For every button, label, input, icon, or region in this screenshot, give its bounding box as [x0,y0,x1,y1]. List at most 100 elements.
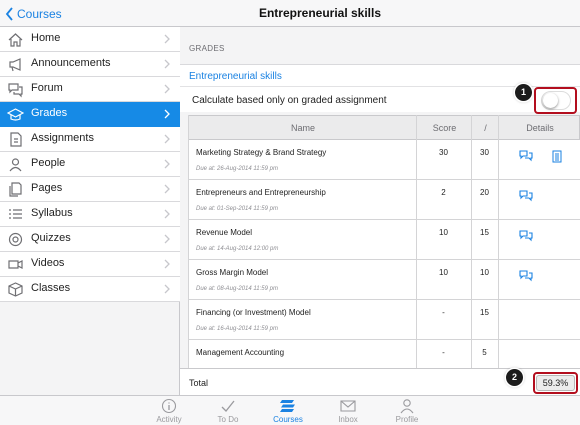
table-row[interactable]: Gross Margin Model Due at: 08-Aug-2014 1… [188,260,580,300]
table-row[interactable]: Marketing Strategy & Brand Strategy Due … [188,140,580,180]
assignment-out-of: 5 [482,348,487,357]
tab-label: Activity [156,415,182,424]
sidebar-item-label: Assignments [31,132,94,144]
sidebar-item-label: Videos [31,257,65,269]
assignment-due-date: Due at: 16-Aug-2014 11:59 pm [196,326,278,332]
chevron-right-icon [164,59,170,69]
assignment-score: 30 [439,148,448,157]
toggle-knob [543,93,558,108]
inbox-icon [340,400,356,412]
classes-icon [8,282,23,297]
tab-label: Inbox [338,415,358,424]
navigation-bar: Courses Entrepreneurial skills [0,0,580,27]
sidebar-item-pages[interactable]: Pages [0,177,180,202]
back-button[interactable]: Courses [5,5,62,23]
grades-table: Name Score / Details Marketing Strategy … [188,115,580,368]
table-header: Name Score / Details [188,115,580,140]
sidebar-item-home[interactable]: Home [0,27,180,52]
assignment-name: Management Accounting [196,348,285,357]
chevron-right-icon [164,84,170,94]
chevron-right-icon [164,134,170,144]
tab-inbox[interactable]: Inbox [318,398,378,425]
table-row[interactable]: Financing (or Investment) Model Due at: … [188,300,580,340]
sidebar-item-syllabus[interactable]: Syllabus [0,202,180,227]
syllabus-icon [9,209,22,219]
assignment-out-of: 15 [480,228,489,237]
table-row[interactable]: Management Accounting - 5 [188,340,580,368]
assignment-due-date: Due at: 26-Aug-2014 11:59 pm [196,166,278,172]
document-icon[interactable] [552,150,562,163]
back-button-label: Courses [17,7,62,21]
sidebar-item-label: Pages [31,182,63,194]
sidebar-item-classes[interactable]: Classes [0,277,180,302]
sidebar-item-quizzes[interactable]: Quizzes [0,227,180,252]
assignment-due-date: Due at: 14-Aug-2014 12:00 pm [196,246,279,252]
assignment-name: Marketing Strategy & Brand Strategy [196,148,327,157]
assignment-out-of: 30 [480,148,489,157]
quiz-icon [8,232,23,247]
sidebar-item-people[interactable]: People [0,152,180,177]
home-icon [8,33,23,47]
assignment-score: 10 [439,228,448,237]
sidebar-item-announcements[interactable]: Announcements [0,52,180,77]
assignment-due-date: Due at: 01-Sep-2014 11:59 pm [196,206,278,212]
sidebar-item-forum[interactable]: Forum [0,77,180,102]
table-row[interactable]: Revenue Model Due at: 14-Aug-2014 12:00 … [188,220,580,260]
sidebar-item-grades[interactable]: Grades [0,102,180,127]
page-title: Entrepreneurial skills [258,6,382,20]
calculate-graded-label: Calculate based only on graded assignmen… [192,95,387,106]
callout-badge-1: 1 [515,84,532,101]
comment-icon[interactable] [519,150,533,162]
tab-profile[interactable]: Profile [377,398,437,425]
checkmark-icon [221,400,235,412]
sidebar-item-label: Forum [31,82,63,94]
profile-icon [400,399,414,414]
tab-label: Profile [395,415,419,424]
total-label: Total [189,378,209,388]
megaphone-icon [9,58,21,72]
tab-courses[interactable]: Courses [258,398,318,425]
assignment-score: 10 [439,268,448,277]
comment-icon[interactable] [519,230,533,242]
section-header: GRADES [189,44,225,53]
chevron-right-icon [164,234,170,244]
chat-bubbles-icon [8,83,23,98]
table-row[interactable]: Entrepreneurs and Entrepreneurship Due a… [188,180,580,220]
assignment-name: Entrepreneurs and Entrepreneurship [196,188,326,197]
course-link[interactable]: Entrepreneurial skills [189,71,282,82]
sidebar-item-label: Classes [31,282,71,294]
comment-icon[interactable] [519,270,533,282]
tab-todo[interactable]: To Do [198,398,258,425]
column-header-out-of: / [484,123,487,133]
assignment-name: Gross Margin Model [196,268,269,277]
comment-icon[interactable] [519,190,533,202]
sidebar-item-label: Grades [31,107,68,119]
sidebar: Home Announcements Forum Grades Assignme… [0,27,180,395]
chevron-left-icon [5,7,13,21]
sidebar-item-label: Home [31,32,61,44]
courses-icon [280,400,295,412]
assignment-out-of: 10 [480,268,489,277]
chevron-right-icon [164,259,170,269]
assignment-score: 2 [441,188,446,197]
assignment-name: Revenue Model [196,228,253,237]
video-camera-icon [8,260,23,269]
grades-icon [7,108,24,121]
assignment-score: - [442,348,445,357]
chevron-right-icon [164,34,170,44]
assignment-name: Financing (or Investment) Model [196,308,311,317]
callout-badge-2: 2 [506,369,523,386]
sidebar-item-assignments[interactable]: Assignments [0,127,180,152]
course-link-row: Entrepreneurial skills [180,64,580,86]
grades-panel: GRADES Entrepreneurial skills Calculate … [180,27,580,395]
chevron-right-icon [164,159,170,169]
sidebar-item-videos[interactable]: Videos [0,252,180,277]
column-header-details: Details [526,123,554,133]
calculate-graded-toggle[interactable] [541,91,571,110]
assignment-out-of: 15 [480,308,489,317]
people-icon [9,158,22,172]
assignment-due-date: Due at: 08-Aug-2014 11:59 pm [196,286,278,292]
tab-activity[interactable]: Activity [139,398,199,425]
chevron-right-icon [164,284,170,294]
tab-bar: Activity To Do Courses Inbox Profile [0,395,580,425]
